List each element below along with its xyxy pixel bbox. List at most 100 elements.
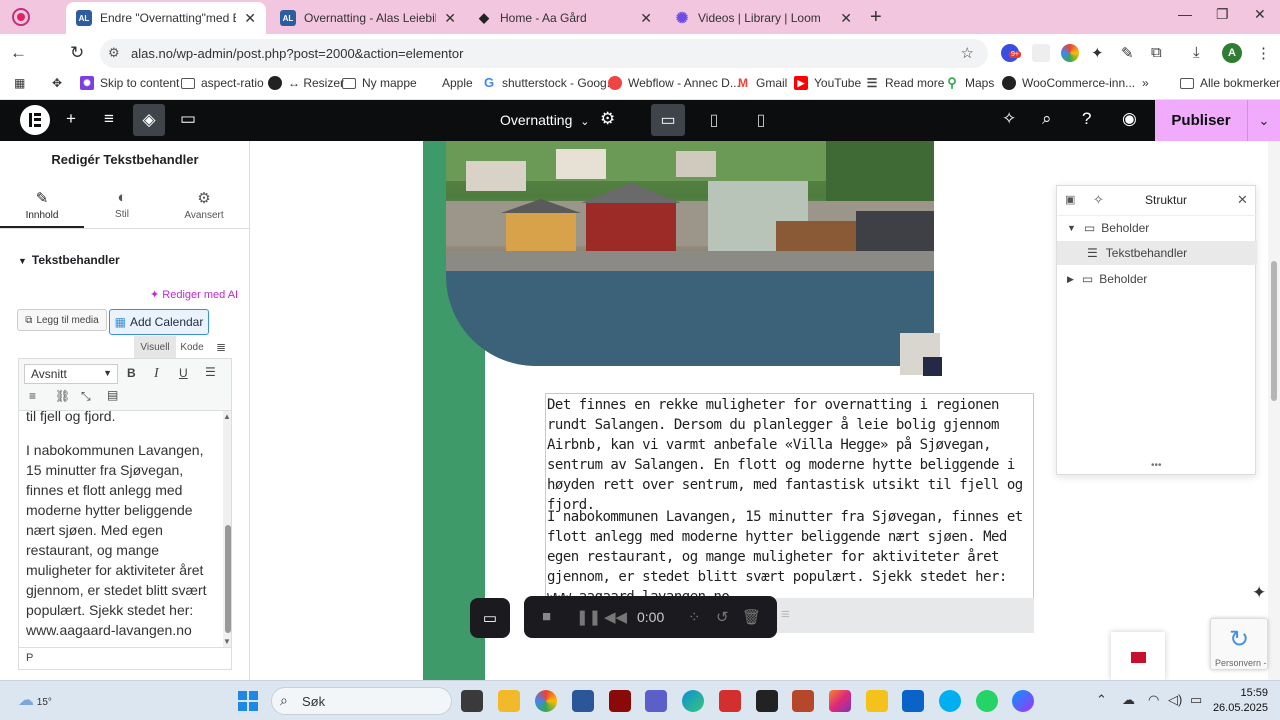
- close-icon[interactable]: ✕: [1237, 192, 1248, 208]
- browser-menu-icon[interactable]: ⋮: [1256, 44, 1271, 62]
- tab-loom[interactable]: ✺ Videos | Library | Loom ✕: [664, 2, 862, 34]
- bookmark-aspect-ratio[interactable]: aspect-ratio: [181, 76, 264, 90]
- structure-item-container[interactable]: ▼ ▭ Beholder: [1057, 216, 1257, 240]
- instagram-icon[interactable]: [829, 690, 851, 712]
- maximize-icon[interactable]: ❐: [1216, 6, 1229, 23]
- close-window-icon[interactable]: ✕: [1254, 6, 1266, 23]
- restart-icon[interactable]: ◀◀: [604, 608, 627, 626]
- battery-icon[interactable]: ▭: [1190, 692, 1202, 708]
- volume-icon[interactable]: ◁): [1168, 692, 1182, 708]
- close-tab-icon[interactable]: ✕: [244, 10, 256, 27]
- harbor-photo[interactable]: [446, 141, 934, 366]
- bookmark-apple[interactable]: Apple: [422, 76, 473, 90]
- extensions-puzzle-icon[interactable]: ⧉: [1151, 44, 1162, 61]
- sparkle-icon[interactable]: ✧: [1093, 192, 1104, 208]
- bookmark-resizer[interactable]: ↔ Resizer: [268, 76, 344, 90]
- bookmark-star-icon[interactable]: ☆: [961, 44, 974, 62]
- eyedropper-icon[interactable]: ✎: [1121, 44, 1134, 62]
- tab-elementor-editor[interactable]: AL Endre "Overnatting"med Elementor ✕: [66, 2, 266, 34]
- scroll-up-icon[interactable]: ▲: [223, 412, 231, 421]
- new-tab-icon[interactable]: +: [870, 6, 882, 29]
- link-icon[interactable]: ⛓: [55, 389, 70, 403]
- chrome-icon[interactable]: [535, 690, 557, 712]
- stack-icon[interactable]: ≣: [212, 336, 230, 358]
- search-icon[interactable]: ⌕: [1042, 109, 1052, 129]
- onedrive-cloud-icon[interactable]: ☁: [1122, 692, 1135, 708]
- bookmark-youtube[interactable]: ▶ YouTube: [794, 76, 861, 90]
- bookmark-ny-mappe[interactable]: Ny mappe: [342, 76, 417, 90]
- bullet-list-icon[interactable]: ☰: [205, 365, 216, 379]
- file-explorer-icon[interactable]: [498, 690, 520, 712]
- tab-content[interactable]: ✎ Innhold: [0, 189, 84, 221]
- paragraph-format-select[interactable]: Avsnitt ▼: [24, 364, 118, 384]
- back-icon[interactable]: ←: [10, 43, 27, 63]
- structure-item-text-editor[interactable]: ☰ Tekstbehandler: [1057, 241, 1257, 265]
- page-settings-icon[interactable]: ⚙: [600, 109, 615, 129]
- toolbar-toggle-icon[interactable]: ▤: [107, 388, 118, 402]
- start-windows-icon[interactable]: [238, 691, 258, 711]
- close-tab-icon[interactable]: ✕: [640, 10, 652, 27]
- bookmark-webflow[interactable]: Webflow - Annec D...: [608, 76, 740, 90]
- profile-avatar[interactable]: A: [1222, 43, 1242, 63]
- tab-aa-gard[interactable]: ◆ Home - Aa Gård ✕: [466, 2, 662, 34]
- all-bookmarks[interactable]: Alle bokmerker: [1180, 76, 1280, 90]
- structure-layers-icon[interactable]: ◈: [133, 104, 165, 136]
- site-settings-icon[interactable]: ≡: [104, 109, 114, 129]
- bookmark-skip-to-content[interactable]: ✺ Skip to content: [80, 76, 179, 90]
- sticky-notes-icon[interactable]: [866, 690, 888, 712]
- publish-button[interactable]: Publiser: [1155, 100, 1247, 141]
- close-tab-icon[interactable]: ✕: [840, 10, 852, 27]
- editor-scrollbar-thumb[interactable]: [225, 525, 231, 633]
- elementor-logo-icon[interactable]: [20, 105, 50, 135]
- tab-overnatting[interactable]: AL Overnatting - Alas Leiebil ✕: [270, 2, 466, 34]
- bookmark-maps[interactable]: ⚲ Maps: [945, 76, 994, 91]
- text-editor-widget[interactable]: Det finnes en rekke muligheter for overn…: [545, 393, 1034, 605]
- messenger-icon[interactable]: [1012, 690, 1034, 712]
- numbered-list-icon[interactable]: ≡: [29, 389, 36, 403]
- tab-advanced[interactable]: ⚙ Avansert: [162, 189, 246, 221]
- canvas-scrollbar-thumb[interactable]: [1271, 261, 1277, 401]
- recording-indicator-icon[interactable]: [12, 8, 30, 26]
- desktop-view-icon[interactable]: ▭: [651, 104, 685, 136]
- acrobat-icon[interactable]: [719, 690, 741, 712]
- collapse-all-icon[interactable]: ▣: [1065, 193, 1075, 206]
- delete-icon[interactable]: 🗑: [742, 608, 761, 626]
- italic-icon[interactable]: I: [154, 366, 159, 382]
- underline-icon[interactable]: U: [179, 366, 188, 380]
- canvas-scrollbar[interactable]: [1268, 141, 1280, 681]
- color-picker-extension-icon[interactable]: [1061, 44, 1079, 62]
- text-editor-area[interactable]: til fjell og fjord. I nabokommunen Lavan…: [18, 410, 232, 648]
- word-icon[interactable]: [572, 690, 594, 712]
- download-icon[interactable]: ⤓: [1193, 44, 1200, 61]
- language-switcher[interactable]: [1111, 632, 1165, 680]
- bookmark-gmail[interactable]: M Gmail: [736, 76, 787, 90]
- teams-icon[interactable]: [645, 690, 667, 712]
- site-info-icon[interactable]: ⚙: [108, 45, 120, 61]
- fullscreen-icon[interactable]: ⤡: [81, 389, 91, 404]
- illustrator-icon[interactable]: [609, 690, 631, 712]
- close-tab-icon[interactable]: ✕: [444, 10, 456, 27]
- recaptcha-badge[interactable]: ↻ Personvern -: [1210, 618, 1268, 670]
- address-field[interactable]: ⚙ alas.no/wp-admin/post.php?post=2000&ac…: [100, 39, 988, 68]
- draw-tool-icon[interactable]: ⁘: [688, 608, 701, 626]
- ai-extension-icon[interactable]: ✦: [1091, 44, 1104, 62]
- tab-visual[interactable]: Visuell: [134, 336, 176, 358]
- ai-assistant-icon[interactable]: ✦: [1252, 583, 1266, 603]
- stop-icon[interactable]: ■: [542, 608, 551, 625]
- bookmark-read-more[interactable]: ☰ Read more: [865, 76, 945, 90]
- task-view-icon[interactable]: [461, 690, 483, 712]
- powerpoint-icon[interactable]: [792, 690, 814, 712]
- extension-icon[interactable]: [1032, 44, 1050, 62]
- undo-icon[interactable]: ↺: [716, 608, 729, 626]
- structure-item-container[interactable]: ▶ ▭ Beholder: [1057, 267, 1257, 291]
- help-icon[interactable]: ?: [1082, 109, 1091, 129]
- page-name-menu[interactable]: Overnatting ⌄: [500, 112, 589, 128]
- edge-icon[interactable]: [682, 690, 704, 712]
- more-bookmarks-chevron-icon[interactable]: »: [1142, 76, 1149, 90]
- mobile-view-icon[interactable]: ▯: [744, 104, 778, 136]
- scroll-down-icon[interactable]: ▼: [223, 637, 231, 646]
- preview-eye-icon[interactable]: ◉: [1122, 109, 1137, 129]
- bookmark-extension-icon[interactable]: ✥: [52, 76, 62, 90]
- notes-comment-icon[interactable]: ▭: [180, 109, 196, 129]
- tab-style[interactable]: ◐ Stil: [80, 189, 164, 220]
